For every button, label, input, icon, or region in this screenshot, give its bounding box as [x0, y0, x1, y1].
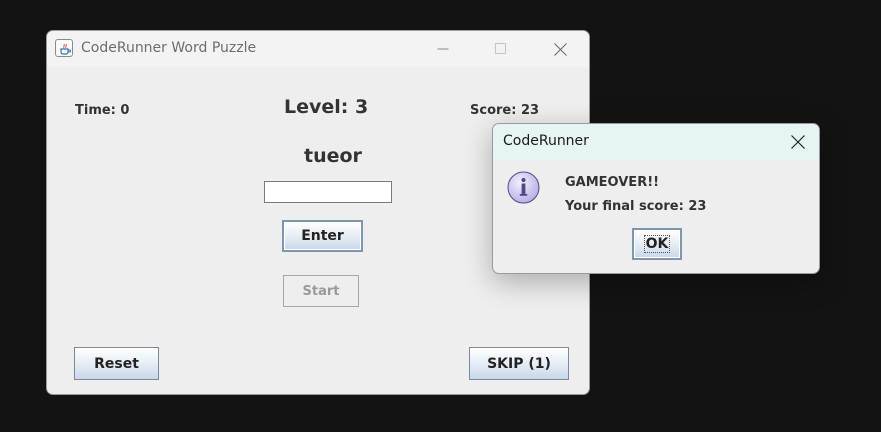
ok-button[interactable]: OK [632, 228, 682, 260]
time-label: Time: 0 [75, 103, 130, 118]
maximize-button[interactable] [478, 31, 524, 67]
dialog-title: CodeRunner [503, 133, 589, 149]
close-button[interactable] [537, 31, 583, 67]
scrambled-word: tueor [304, 145, 362, 167]
level-label: Level: 3 [284, 96, 369, 118]
title-bar[interactable]: CodeRunner Word Puzzle [47, 31, 589, 67]
score-label: Score: 23 [470, 103, 540, 118]
minimize-icon [437, 48, 449, 50]
answer-input[interactable] [264, 181, 392, 203]
desktop: CodeRunner Word Puzzle Time: 0 Level: 3 … [0, 0, 881, 432]
enter-button[interactable]: Enter [282, 220, 363, 252]
dialog-title-bar[interactable]: CodeRunner [493, 124, 819, 160]
close-icon [791, 135, 805, 149]
start-button[interactable]: Start [283, 275, 359, 307]
window-title: CodeRunner Word Puzzle [81, 40, 257, 56]
ok-button-label: OK [643, 235, 671, 253]
skip-button[interactable]: SKIP (1) [469, 347, 569, 380]
java-app-icon [55, 39, 73, 57]
reset-button[interactable]: Reset [74, 347, 159, 380]
minimize-button[interactable] [420, 31, 466, 67]
dialog-message-score: Your final score: 23 [565, 199, 707, 214]
dialog-message-title: GAMEOVER!! [565, 175, 660, 190]
info-icon [507, 171, 540, 204]
dialog-close-button[interactable] [775, 124, 819, 160]
maximize-icon [495, 43, 506, 54]
game-over-dialog: CodeRunner GAMEOVER!! Your final score: … [492, 123, 820, 274]
close-icon [554, 43, 567, 56]
